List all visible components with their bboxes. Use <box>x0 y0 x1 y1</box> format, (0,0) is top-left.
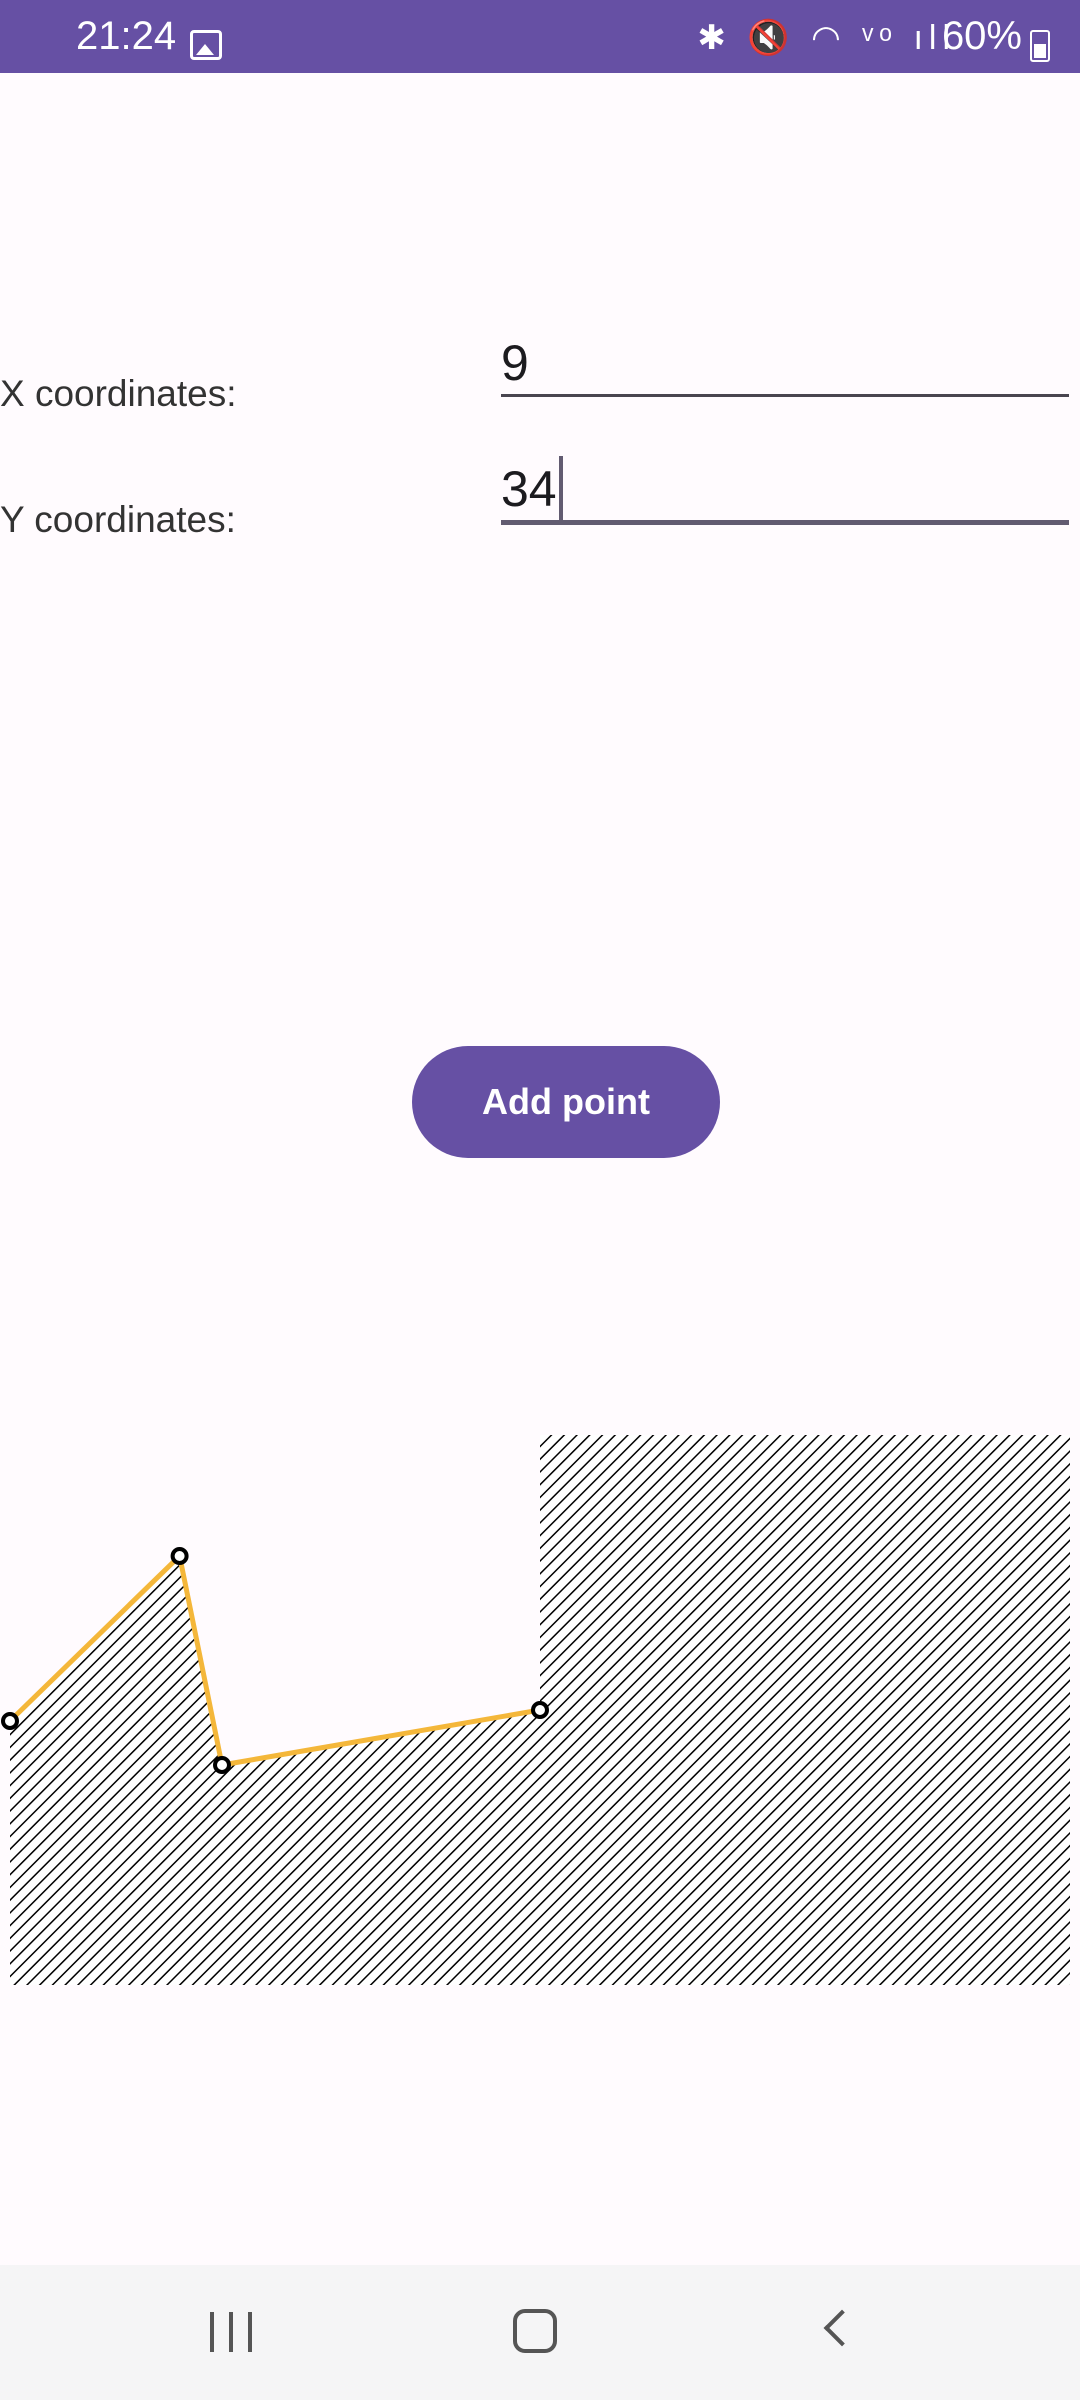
y-coordinate-value: 34 <box>501 461 557 517</box>
y-coordinates-label: Y coordinates: <box>0 499 236 540</box>
chart-area-fill <box>10 1556 540 1985</box>
chart-shaded-region <box>540 1435 1070 1985</box>
y-coordinate-value-wrap: 34 <box>501 456 563 520</box>
back-icon[interactable] <box>823 2309 861 2347</box>
x-coordinate-input[interactable]: 9 <box>501 330 1069 397</box>
text-cursor <box>558 456 563 520</box>
home-icon[interactable] <box>513 2309 557 2353</box>
battery-icon <box>1030 30 1050 62</box>
x-coordinate-value: 9 <box>501 335 529 391</box>
battery-percent: 60% <box>941 14 1022 58</box>
add-point-button[interactable]: Add point <box>412 1046 720 1158</box>
navigation-bar <box>0 2265 1080 2400</box>
status-icons: ✱ 🔇 ◠ ᵛᵒ ıll <box>697 19 956 57</box>
status-time: 21:24 <box>76 14 177 58</box>
chart-point-2[interactable] <box>170 1547 189 1565</box>
y-coordinate-input[interactable]: 34 <box>501 456 1069 525</box>
chart-point-3[interactable] <box>213 1756 231 1774</box>
chart-point-4[interactable] <box>531 1701 549 1719</box>
area-chart[interactable] <box>0 1400 1080 2000</box>
status-bar: 21:24 ✱ 🔇 ◠ ᵛᵒ ıll 60% <box>0 0 1080 73</box>
recents-icon[interactable] <box>207 2312 255 2352</box>
gallery-icon <box>190 30 222 60</box>
x-coordinates-label: X coordinates: <box>0 373 237 414</box>
chart-point-1[interactable] <box>1 1712 19 1730</box>
